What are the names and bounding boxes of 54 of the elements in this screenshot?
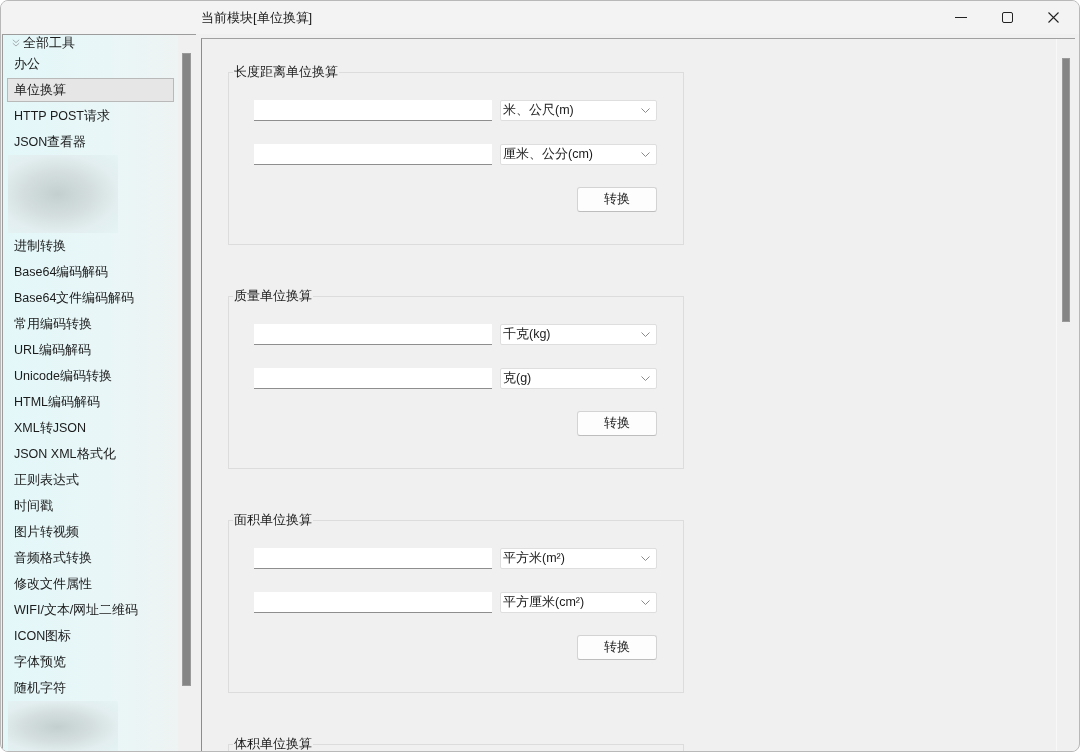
sidebar-item[interactable]: 字体预览 [7, 650, 174, 674]
minimize-icon [955, 17, 967, 18]
input-field[interactable] [254, 99, 492, 121]
group-title: 质量单位换算 [233, 288, 313, 304]
sidebar-item[interactable]: 单位换算 [7, 78, 174, 102]
scrollbar-thumb[interactable] [1062, 58, 1070, 322]
convert-button[interactable]: 转换 [577, 187, 657, 212]
sidebar-item[interactable]: JSON查看器 [7, 130, 174, 154]
unit-dropdown[interactable]: 千克(kg) [500, 323, 657, 345]
input-field[interactable] [254, 367, 492, 389]
sidebar-item[interactable]: HTTP POST请求 [7, 104, 174, 128]
sidebar-item[interactable]: 正则表达式 [7, 468, 174, 492]
tree-root-label[interactable]: 全部工具 [23, 35, 75, 51]
chevron-down-icon [641, 375, 650, 381]
window-title: 当前模块[单位换算] [201, 8, 314, 27]
sidebar-item[interactable]: Unicode编码转换 [7, 364, 174, 388]
input-field[interactable] [254, 591, 492, 613]
unit-dropdown[interactable]: 米、公尺(m) [500, 99, 657, 121]
sidebar-item[interactable]: 修改文件属性 [7, 572, 174, 596]
group-title: 面积单位换算 [233, 512, 313, 528]
input-field[interactable] [254, 143, 492, 165]
sidebar-item[interactable]: Base64编码解码 [7, 260, 174, 284]
sidebar-item[interactable]: ICON图标 [7, 624, 174, 648]
group-title: 长度距离单位换算 [233, 64, 339, 80]
input-field[interactable] [254, 323, 492, 345]
sidebar-item[interactable]: 图片转视频 [7, 520, 174, 544]
unit-dropdown[interactable]: 克(g) [500, 367, 657, 389]
sidebar-item[interactable]: JSON XML格式化 [7, 442, 174, 466]
unit-dropdown[interactable]: 平方米(m²) [500, 547, 657, 569]
convert-button[interactable]: 转换 [577, 635, 657, 660]
convert-button[interactable]: 转换 [577, 411, 657, 436]
chevron-down-icon [641, 107, 650, 113]
sidebar-item[interactable]: 随机字符 [7, 676, 174, 700]
scrollbar-thumb[interactable] [182, 53, 191, 686]
chevron-down-icon [641, 331, 650, 337]
chevron-down-icon [641, 151, 650, 157]
sidebar-item[interactable]: Base64文件编码解码 [7, 286, 174, 310]
maximize-icon [1001, 12, 1013, 23]
unit-dropdown[interactable]: 平方厘米(cm²) [500, 591, 657, 613]
group-title: 体积单位换算 [233, 736, 313, 751]
unit-dropdown[interactable]: 厘米、公分(cm) [500, 143, 657, 165]
sidebar-item[interactable]: 进制转换 [7, 234, 174, 258]
sidebar-item[interactable]: 常用编码转换 [7, 312, 174, 336]
chevron-down-icon [641, 599, 650, 605]
sidebar-item[interactable]: 办公 [7, 52, 174, 76]
sidebar-item[interactable]: 音频格式转换 [7, 546, 174, 570]
sidebar-item[interactable]: HTML编码解码 [7, 390, 174, 414]
sidebar-item[interactable]: XML转JSON [7, 416, 174, 440]
input-field[interactable] [254, 547, 492, 569]
chevron-down-icon [641, 555, 650, 561]
close-icon [1047, 12, 1059, 23]
sidebar-item[interactable]: URL编码解码 [7, 338, 174, 362]
sidebar-item[interactable]: WIFI/文本/网址二维码 [7, 598, 174, 622]
sidebar-item[interactable]: 时间戳 [7, 494, 174, 518]
